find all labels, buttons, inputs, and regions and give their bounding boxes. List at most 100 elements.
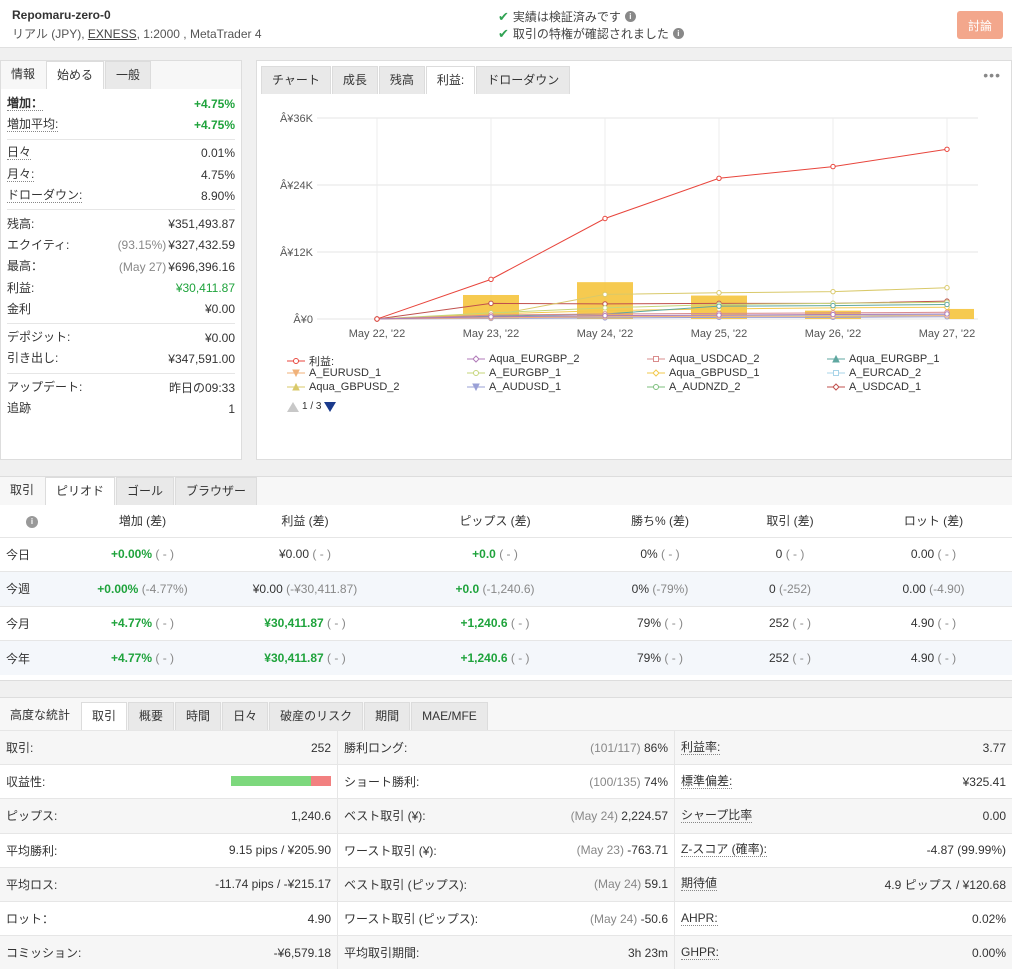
tab-trades[interactable]: 取引 xyxy=(0,477,44,505)
legend-label: Aqua_GBPUSD_2 xyxy=(309,381,400,393)
divider xyxy=(7,209,235,211)
col-trades: 取引 (差) xyxy=(766,514,814,529)
stat-value-wrap: (101/117) 86% xyxy=(590,741,668,755)
tab-advanced-stats[interactable]: 高度な統計 xyxy=(0,702,80,730)
info-sub: (May 27) xyxy=(118,259,167,274)
tab-mae-mfe[interactable]: MAE/MFE xyxy=(411,702,488,730)
stat-value-wrap: (May 23) -763.71 xyxy=(577,843,668,857)
period-cell: +1,240.6 ( - ) xyxy=(395,640,595,675)
legend-marker-icon xyxy=(647,369,665,377)
info-label: デポジット: xyxy=(7,330,71,345)
legend-item[interactable]: A_AUDUSD_1 xyxy=(467,381,561,393)
period-table: i 増加 (差) 利益 (差) ピップス (差) 勝ち% (差) 取引 (差) … xyxy=(0,505,1012,675)
period-profit-diff: ( - ) xyxy=(327,616,346,631)
tab-stats-trades[interactable]: 取引 xyxy=(81,702,128,730)
stat-row: ショート勝利: (100/135) 74% xyxy=(338,764,674,798)
info-icon[interactable]: i xyxy=(624,11,636,22)
tab-days[interactable]: 日々 xyxy=(222,702,269,730)
tab-hours[interactable]: 時間 xyxy=(175,702,222,730)
stat-value: 252 xyxy=(310,740,331,755)
tab-browser[interactable]: ブラウザー xyxy=(175,477,258,505)
legend-marker-icon xyxy=(287,383,305,391)
info-row-interest: 金利 ¥0.00 xyxy=(7,299,235,320)
tab-duration[interactable]: 期間 xyxy=(364,702,411,730)
period-gain: +0.00% xyxy=(110,547,153,562)
tab-growth[interactable]: 成長 xyxy=(331,66,378,94)
tab-chart[interactable]: チャート xyxy=(261,66,331,94)
tab-drawdown[interactable]: ドローダウン xyxy=(476,66,571,94)
verified-track-record: ✔ 実績は検証済みです i xyxy=(498,8,636,25)
period-gain: +4.77% xyxy=(110,616,153,631)
legend-item[interactable]: A_AUDNZD_2 xyxy=(647,381,741,393)
verify-text-2: 取引の特権が確認されました xyxy=(512,27,669,41)
legend-item[interactable]: A_EURUSD_1 xyxy=(287,367,381,379)
stat-row: ピップス: 1,240.6 xyxy=(0,798,337,833)
info-row-highest: 最高： (May 27) ¥696,396.16 xyxy=(7,256,235,277)
period-trades: 0 xyxy=(775,547,783,562)
more-options-icon[interactable]: ••• xyxy=(983,67,1001,83)
tab-profit[interactable]: 利益: xyxy=(425,66,476,94)
account-type: リアル (JPY), xyxy=(12,27,88,41)
discuss-button[interactable]: 討論 xyxy=(957,11,1003,39)
info-label: 利益: xyxy=(7,280,35,295)
info-icon[interactable]: i xyxy=(672,28,684,39)
period-profit: ¥0.00 xyxy=(278,547,310,562)
stat-value: 2,224.57 xyxy=(621,808,668,823)
x-tick-label: May 24, '22 xyxy=(577,328,634,340)
legend-marker-icon xyxy=(467,370,485,376)
period-gain-diff: ( - ) xyxy=(155,547,175,562)
stat-row: ベスト取引 (¥): (May 24) 2,224.57 xyxy=(338,798,674,833)
stats-panel: 高度な統計 取引 概要 時間 日々 破産のリスク 期間 MAE/MFE 取引: 2… xyxy=(0,697,1012,972)
legend-item[interactable]: A_EURGBP_1 xyxy=(467,367,561,379)
period-cell: +1,240.6 ( - ) xyxy=(395,605,595,641)
stat-value-wrap: 9.15 pips / ¥205.90 xyxy=(229,843,331,857)
info-value: +4.75% xyxy=(193,96,235,111)
col-pips: ピップス (差) xyxy=(459,514,531,529)
stat-value-wrap: 4.9 ピップス / ¥120.68 xyxy=(885,876,1006,893)
tab-start[interactable]: 始める xyxy=(46,61,105,89)
account-meta: , 1:2000 , MetaTrader 4 xyxy=(136,27,262,41)
period-trades-diff: ( - ) xyxy=(785,547,805,562)
legend-item[interactable]: Aqua_GBPUSD_1 xyxy=(647,367,760,379)
legend-item[interactable]: Aqua_EURGBP_1 xyxy=(827,353,940,365)
page-indicator: 1 / 3 xyxy=(302,401,322,412)
stat-label: ピップス: xyxy=(6,809,58,824)
stat-value-wrap: 252 xyxy=(311,741,331,755)
profitability-loss xyxy=(311,775,331,786)
stat-value-wrap: ¥325.41 xyxy=(963,775,1006,789)
info-value: 4.75% xyxy=(200,167,235,182)
info-label: 金利 xyxy=(7,301,32,316)
legend-label: A_AUDUSD_1 xyxy=(489,381,562,393)
stat-value: 86% xyxy=(643,740,668,755)
tab-risk-of-ruin[interactable]: 破産のリスク xyxy=(269,702,364,730)
stat-value: 0.02% xyxy=(971,911,1006,926)
tab-info[interactable]: 情報 xyxy=(1,61,45,89)
stat-value-wrap: (100/135) 74% xyxy=(589,775,668,789)
legend-marker-icon xyxy=(827,383,845,391)
period-lots-diff: (-4.90) xyxy=(929,581,965,596)
broker-link[interactable]: EXNESS xyxy=(88,27,137,41)
page-down-icon[interactable] xyxy=(324,401,337,412)
period-cell: ¥30,411.87 ( - ) xyxy=(215,605,395,641)
legend-item[interactable]: A_USDCAD_1 xyxy=(827,381,921,393)
stat-value: -11.74 pips / -¥215.17 xyxy=(215,877,331,892)
period-cell: +0.00% ( - ) xyxy=(70,536,215,572)
tab-goals[interactable]: ゴール xyxy=(116,477,175,505)
tab-balance[interactable]: 残高 xyxy=(378,66,425,94)
page-up-icon[interactable] xyxy=(287,401,299,412)
series-point xyxy=(944,146,950,152)
legend-pager: 1 / 3 xyxy=(287,401,337,412)
info-label: 引き出し: xyxy=(7,351,59,366)
legend-item[interactable]: Aqua_GBPUSD_2 xyxy=(287,381,400,393)
tab-period[interactable]: ピリオド xyxy=(45,477,116,505)
info-icon[interactable]: i xyxy=(26,516,38,529)
legend-item[interactable]: Aqua_EURGBP_2 xyxy=(467,353,580,365)
y-tick-label: Â¥24K xyxy=(280,179,314,192)
tab-summary[interactable]: 概要 xyxy=(128,702,175,730)
legend-item[interactable]: A_EURCAD_2 xyxy=(827,367,921,379)
legend-item[interactable]: Aqua_USDCAD_2 xyxy=(647,353,760,365)
stat-value-wrap: (May 24) -50.6 xyxy=(590,912,668,926)
info-row-profit: 利益: ¥30,411.87 xyxy=(7,277,235,298)
stat-label: 利益率: xyxy=(681,739,721,755)
tab-general[interactable]: 一般 xyxy=(105,61,152,89)
